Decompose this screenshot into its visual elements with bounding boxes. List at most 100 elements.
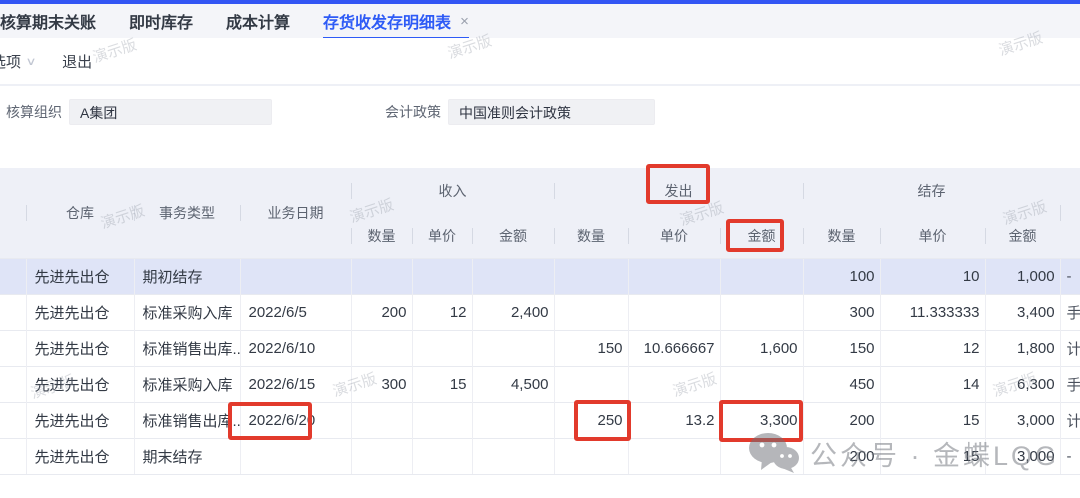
filter-accounting-policy: 会计政策 中国准则会计政策 <box>385 99 655 125</box>
cell-tail: - <box>1060 438 1080 474</box>
table-header: 仓库 事务类型 业务日期 收入 发出 结存 数量 单价 金额 数量 单价 金额 … <box>0 168 1080 258</box>
cell-bal-qty: 450 <box>803 366 880 402</box>
cell-in-amount: 4,500 <box>472 366 554 402</box>
cell-txn-type: 标准采购入库 <box>134 294 240 330</box>
cell-bal-amount: 6,300 <box>985 366 1060 402</box>
cell-out-price <box>628 366 720 402</box>
chevron-down-icon[interactable]: ∨ <box>25 55 36 68</box>
cell-out-qty: 250 <box>554 402 628 438</box>
cell-warehouse: 先进先出仓 <box>26 438 134 474</box>
cell-bal-qty: 150 <box>803 330 880 366</box>
cell-bal-amount: 3,000 <box>985 438 1060 474</box>
cell-txn-type: 标准销售出库... <box>134 402 240 438</box>
table-row[interactable]: 先进先出仓 标准销售出库... 2022/6/10 150 10.666667 … <box>0 330 1080 366</box>
app-window: 核算期末关账 即时库存 成本计算 存货收发存明细表 × 选项 ∨ 退出 核算组织… <box>0 0 1080 498</box>
header-group-balance[interactable]: 结存 <box>803 168 1060 214</box>
cell-in-amount <box>472 402 554 438</box>
header-issue-price[interactable]: 单价 <box>628 214 720 258</box>
cell-tail: 手 <box>1060 294 1080 330</box>
cell-tail: 手 <box>1060 366 1080 402</box>
cell-in-price <box>412 330 472 366</box>
cell-bal-price: 10 <box>880 258 985 294</box>
cell-in-amount: 2,400 <box>472 294 554 330</box>
table-row[interactable]: 先进先出仓 期初结存 100 10 1,000 - <box>0 258 1080 294</box>
cell-in-amount <box>472 330 554 366</box>
options-button[interactable]: 选项 <box>0 51 21 72</box>
cell-in-price <box>412 258 472 294</box>
tab-realtime-inventory[interactable]: 即时库存 <box>129 4 193 38</box>
cell-date: 2022/6/5 <box>240 294 351 330</box>
cell-in-price: 15 <box>412 366 472 402</box>
cell-bal-price: 15 <box>880 402 985 438</box>
accounting-org-label: 核算组织 <box>6 102 62 122</box>
table-row[interactable]: 先进先出仓 标准采购入库 2022/6/5 200 12 2,400 300 1… <box>0 294 1080 330</box>
cell-out-price <box>628 294 720 330</box>
cell-warehouse: 先进先出仓 <box>26 294 134 330</box>
tab-period-end-close[interactable]: 核算期末关账 <box>0 4 96 38</box>
cell-date <box>240 438 351 474</box>
cell-txn-type: 标准采购入库 <box>134 366 240 402</box>
cell-date <box>240 258 351 294</box>
header-receipt-qty[interactable]: 数量 <box>351 214 412 258</box>
header-group-issue[interactable]: 发出 <box>554 168 803 214</box>
header-warehouse[interactable]: 仓库 <box>26 168 134 258</box>
cell-txn-type: 期末结存 <box>134 438 240 474</box>
cell-out-qty <box>554 258 628 294</box>
cell-out-price: 10.666667 <box>628 330 720 366</box>
cell-bal-price: 11.333333 <box>880 294 985 330</box>
cell-date: 2022/6/15 <box>240 366 351 402</box>
cell-txn-type: 期初结存 <box>134 258 240 294</box>
cell-in-qty <box>351 402 412 438</box>
header-balance-amount[interactable]: 金额 <box>985 214 1060 258</box>
header-tail-column <box>1060 168 1080 258</box>
header-group-receipt[interactable]: 收入 <box>351 168 554 214</box>
toolbar: 选项 ∨ 退出 <box>0 38 1080 86</box>
cell-in-amount <box>472 258 554 294</box>
cell-warehouse: 先进先出仓 <box>26 402 134 438</box>
cell-bal-price: 15 <box>880 438 985 474</box>
accounting-policy-field[interactable]: 中国准则会计政策 <box>448 99 655 125</box>
cell-bal-amount: 1,800 <box>985 330 1060 366</box>
header-transaction-type[interactable]: 事务类型 <box>134 168 240 258</box>
cell-date: 2022/6/10 <box>240 330 351 366</box>
cell-warehouse: 先进先出仓 <box>26 330 134 366</box>
cell-in-qty <box>351 330 412 366</box>
accounting-org-field[interactable]: A集团 <box>69 99 272 125</box>
cell-bal-qty: 200 <box>803 402 880 438</box>
cell-out-amount: 3,300 <box>720 402 803 438</box>
cell-in-qty <box>351 258 412 294</box>
cell-tail: 计 <box>1060 330 1080 366</box>
table-row[interactable]: 先进先出仓 期末结存 200 15 3,000 - <box>0 438 1080 474</box>
cell-bal-price: 14 <box>880 366 985 402</box>
table-row[interactable]: 先进先出仓 标准销售出库... 2022/6/20 250 13.2 3,300… <box>0 402 1080 438</box>
cell-out-price: 13.2 <box>628 402 720 438</box>
cell-out-amount <box>720 438 803 474</box>
cell-out-price <box>628 258 720 294</box>
cell-out-qty <box>554 294 628 330</box>
cell-in-amount <box>472 438 554 474</box>
header-receipt-amount[interactable]: 金额 <box>472 214 554 258</box>
close-icon[interactable]: × <box>460 13 469 30</box>
cell-bal-amount: 3,400 <box>985 294 1060 330</box>
header-balance-price[interactable]: 单价 <box>880 214 985 258</box>
filter-accounting-org: 核算组织 A集团 <box>6 99 272 125</box>
cell-out-amount: 1,600 <box>720 330 803 366</box>
header-stub-column <box>0 168 26 258</box>
cell-bal-price: 12 <box>880 330 985 366</box>
cell-warehouse: 先进先出仓 <box>26 366 134 402</box>
exit-button[interactable]: 退出 <box>62 51 92 72</box>
header-balance-qty[interactable]: 数量 <box>803 214 880 258</box>
cell-out-amount <box>720 258 803 294</box>
cell-tail: - <box>1060 258 1080 294</box>
tab-cost-calculation[interactable]: 成本计算 <box>226 4 290 38</box>
header-business-date[interactable]: 业务日期 <box>240 168 351 258</box>
tab-bar: 核算期末关账 即时库存 成本计算 存货收发存明细表 × <box>0 4 1080 38</box>
header-issue-qty[interactable]: 数量 <box>554 214 628 258</box>
filter-panel: 核算组织 A集团 会计政策 中国准则会计政策 <box>0 86 1080 168</box>
table-row[interactable]: 先进先出仓 标准采购入库 2022/6/15 300 15 4,500 450 … <box>0 366 1080 402</box>
header-issue-amount[interactable]: 金额 <box>720 214 803 258</box>
cell-in-price <box>412 438 472 474</box>
cell-in-qty: 200 <box>351 294 412 330</box>
tab-inventory-detail-report[interactable]: 存货收发存明细表 × <box>323 3 469 40</box>
header-receipt-price[interactable]: 单价 <box>412 214 472 258</box>
